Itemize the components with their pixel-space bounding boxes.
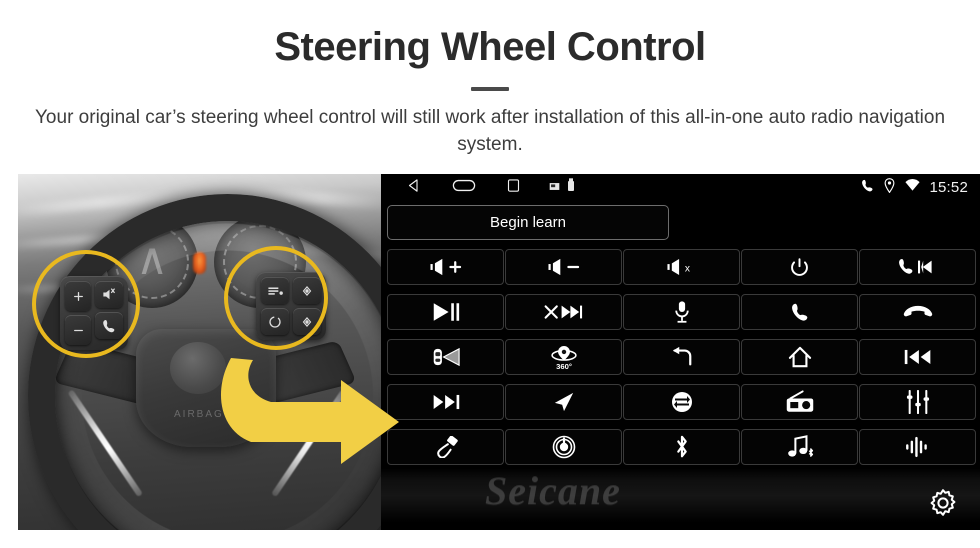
phone-prev-icon bbox=[898, 259, 932, 274]
camera-360-icon: 360° bbox=[550, 346, 577, 371]
shuffle-next-button[interactable] bbox=[505, 294, 622, 331]
circle-swap-icon bbox=[671, 392, 692, 413]
page-subtitle: Your original car’s steering wheel contr… bbox=[35, 107, 946, 156]
usb-icon bbox=[567, 178, 575, 197]
bt-music-note-icon bbox=[787, 435, 813, 458]
speaker-x-icon: x bbox=[666, 259, 690, 276]
sound-wave-icon bbox=[905, 437, 927, 458]
voice-wave-button[interactable] bbox=[859, 429, 976, 466]
speaker-minus-icon bbox=[547, 258, 579, 276]
car-radar-icon bbox=[433, 347, 460, 367]
shuffle-next-icon bbox=[544, 305, 582, 319]
microphone-icon bbox=[674, 301, 689, 323]
previous-track-button[interactable] bbox=[859, 339, 976, 376]
sd-card-icon bbox=[549, 179, 560, 197]
swc-function-grid: x 360° bbox=[381, 246, 980, 466]
status-bar-nav-icons bbox=[407, 178, 521, 198]
bluetooth-icon bbox=[676, 435, 687, 458]
bluetooth-button[interactable] bbox=[623, 429, 740, 466]
power-button[interactable] bbox=[741, 249, 858, 286]
recents-icon[interactable] bbox=[506, 178, 521, 198]
parking-radar-button[interactable] bbox=[387, 339, 504, 376]
steering-wheel-photo: ∧ AIRBAG bbox=[18, 174, 381, 531]
next-track-icon bbox=[433, 395, 459, 410]
camera-360-button[interactable]: 360° bbox=[505, 339, 622, 376]
next-track-button[interactable] bbox=[387, 384, 504, 421]
volume-up-button[interactable] bbox=[387, 249, 504, 286]
radio-button[interactable] bbox=[741, 384, 858, 421]
answer-call-button[interactable] bbox=[741, 294, 858, 331]
title-divider bbox=[471, 87, 509, 92]
eq-sliders-icon bbox=[906, 390, 929, 415]
phone-icon bbox=[860, 178, 875, 198]
watermark-overlay bbox=[381, 468, 980, 531]
prev-track-icon bbox=[904, 350, 930, 365]
status-bar-right-icons: 15:52 bbox=[860, 177, 968, 198]
phone-icon bbox=[791, 303, 807, 321]
content-area: ∧ AIRBAG 15:52 Begin learn x 360° Seican… bbox=[0, 174, 980, 531]
home-button[interactable] bbox=[741, 339, 858, 376]
page-header: Steering Wheel Control Your original car… bbox=[0, 0, 980, 159]
brand-watermark: Seicane bbox=[485, 468, 621, 514]
begin-learn-row: Begin learn bbox=[381, 201, 980, 246]
volume-down-button[interactable] bbox=[505, 249, 622, 286]
house-icon bbox=[788, 346, 811, 368]
location-icon bbox=[883, 177, 896, 198]
status-bar-clock: 15:52 bbox=[929, 179, 968, 197]
home-icon[interactable] bbox=[452, 178, 476, 198]
source-switch-button[interactable] bbox=[623, 384, 740, 421]
power-icon bbox=[791, 257, 808, 276]
status-bar-system-icons bbox=[549, 178, 575, 197]
speaker-plus-icon bbox=[429, 258, 461, 276]
bluetooth-music-button[interactable] bbox=[741, 429, 858, 466]
svg-text:x: x bbox=[684, 263, 689, 274]
phone-hangup-icon bbox=[903, 305, 932, 317]
highlight-circle-right-controls bbox=[224, 246, 328, 351]
call-previous-button[interactable] bbox=[859, 249, 976, 286]
svg-text:360°: 360° bbox=[556, 362, 572, 371]
status-bar: 15:52 bbox=[381, 174, 980, 201]
usb-cable-icon bbox=[436, 436, 458, 459]
back-button[interactable] bbox=[623, 339, 740, 376]
wifi-icon bbox=[904, 178, 921, 197]
play-pause-icon bbox=[433, 303, 459, 321]
hang-up-button[interactable] bbox=[859, 294, 976, 331]
mute-button[interactable]: x bbox=[623, 249, 740, 286]
nav-arrow-icon bbox=[554, 392, 573, 412]
highlight-circle-left-controls bbox=[32, 250, 140, 359]
voice-mic-button[interactable] bbox=[623, 294, 740, 331]
dial-knob-button[interactable] bbox=[505, 429, 622, 466]
navigation-button[interactable] bbox=[505, 384, 622, 421]
equalizer-button[interactable] bbox=[859, 384, 976, 421]
begin-learn-button[interactable]: Begin learn bbox=[387, 205, 669, 241]
play-pause-button[interactable] bbox=[387, 294, 504, 331]
page-title: Steering Wheel Control bbox=[274, 25, 706, 69]
back-icon[interactable] bbox=[407, 178, 422, 198]
return-arrow-icon bbox=[672, 347, 691, 366]
gear-icon bbox=[930, 489, 956, 516]
settings-button[interactable] bbox=[924, 484, 962, 522]
usb-button[interactable] bbox=[387, 429, 504, 466]
android-head-unit-screen: 15:52 Begin learn x 360° Seicane bbox=[381, 174, 980, 531]
radio-icon bbox=[786, 390, 813, 412]
dial-knob-icon bbox=[552, 435, 575, 459]
